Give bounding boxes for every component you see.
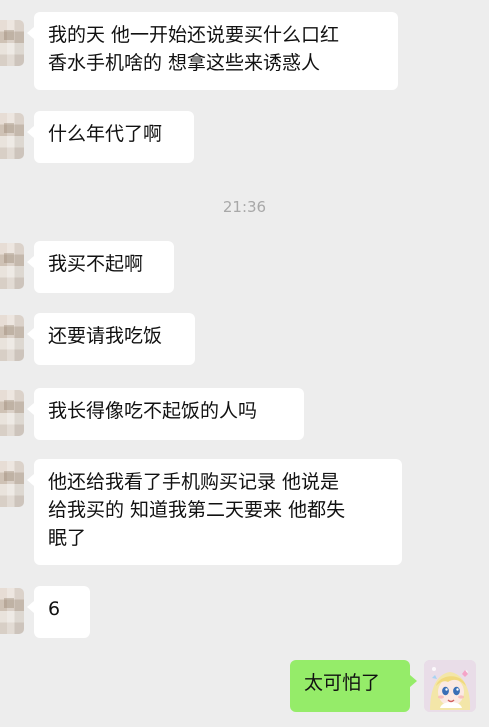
my-avatar[interactable] (424, 660, 476, 712)
chat-area: 我的天 他一开始还说要买什么口红 香水手机啥的 想拿这些来诱惑人 什么年代了啊 … (0, 0, 489, 727)
message-bubble[interactable]: 他还给我看了手机购买记录 他说是 给我买的 知道我第二天要来 他都失 眠了 (27, 459, 402, 565)
my-message-bubble[interactable]: 太可怕了 (290, 660, 417, 712)
message-bubble[interactable]: 还要请我吃饭 (27, 313, 195, 365)
contact-avatar[interactable] (0, 390, 24, 436)
message-timestamp: 21:36 (222, 198, 267, 216)
message-bubble[interactable]: 什么年代了啊 (27, 111, 194, 163)
contact-avatar[interactable] (0, 588, 24, 634)
message-bubble[interactable]: 我买不起啊 (27, 241, 174, 293)
contact-avatar[interactable] (0, 20, 24, 66)
contact-avatar[interactable] (0, 315, 24, 361)
anime-girl-avatar-icon (424, 660, 476, 712)
contact-avatar[interactable] (0, 243, 24, 289)
contact-avatar[interactable] (0, 461, 24, 507)
message-bubble[interactable]: 6 (27, 586, 90, 638)
message-bubble[interactable]: 我长得像吃不起饭的人吗 (27, 388, 304, 440)
contact-avatar[interactable] (0, 113, 24, 159)
message-bubble[interactable]: 我的天 他一开始还说要买什么口红 香水手机啥的 想拿这些来诱惑人 (27, 12, 398, 90)
